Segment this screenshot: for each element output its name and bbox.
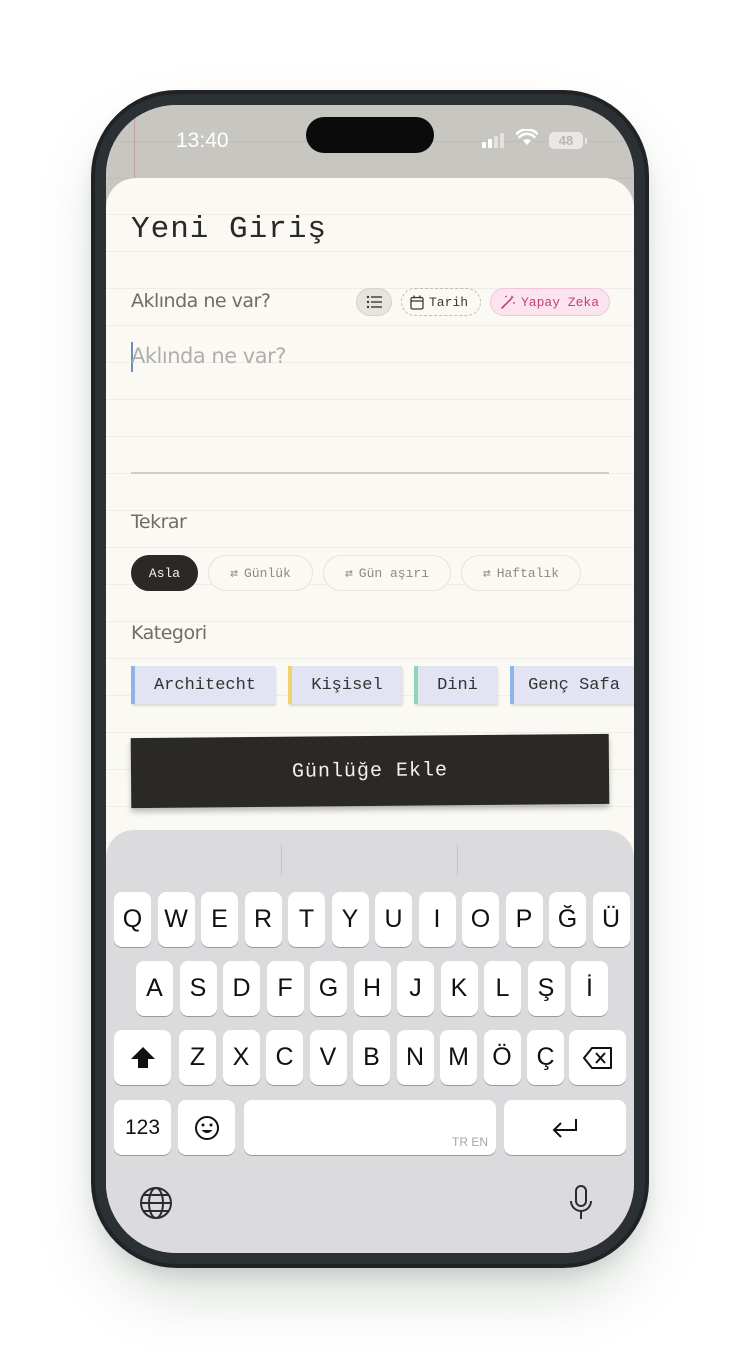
key-f[interactable]: F (266, 961, 304, 1016)
key-n[interactable]: N (396, 1030, 434, 1085)
repeat-option-label: Asla (148, 565, 181, 581)
key-ö[interactable]: Ö (483, 1030, 521, 1085)
category-tag-architecht[interactable]: Architecht (131, 666, 275, 704)
key-i̇[interactable]: İ (571, 961, 608, 1016)
repeat-icon: ⇄ (230, 565, 238, 581)
key-v[interactable]: V (309, 1030, 347, 1085)
numbers-key[interactable]: 123 (114, 1100, 171, 1155)
category-tag-genc-safa[interactable]: Genç Safa (510, 666, 634, 704)
repeat-option-gunluk[interactable]: ⇄ Günlük (208, 555, 313, 591)
entry-textarea[interactable]: Aklında ne var? (131, 338, 609, 474)
backspace-key[interactable] (569, 1030, 626, 1085)
key-l[interactable]: L (484, 961, 521, 1016)
magic-wand-icon (501, 295, 515, 309)
key-p[interactable]: P (505, 892, 543, 947)
list-icon (366, 295, 382, 309)
ai-button[interactable]: Yapay Zeka (490, 288, 610, 316)
category-label: Kategori (131, 622, 207, 644)
category-tag-label: Kişisel (311, 675, 383, 695)
microphone-icon[interactable] (568, 1184, 594, 1231)
repeat-option-label: Gün aşırı (358, 565, 430, 581)
key-w[interactable]: W (157, 892, 195, 947)
repeat-label: Tekrar (131, 511, 187, 533)
key-q[interactable]: Q (114, 892, 151, 947)
category-tag-label: Dini (437, 675, 478, 695)
sheet-title: Yeni Giriş (131, 212, 328, 247)
globe-icon[interactable] (139, 1186, 173, 1229)
key-r[interactable]: R (244, 892, 282, 947)
key-c[interactable]: C (266, 1030, 303, 1085)
wifi-icon (515, 128, 539, 151)
key-i[interactable]: I (418, 892, 456, 947)
key-o[interactable]: O (462, 892, 499, 947)
key-b[interactable]: B (353, 1030, 390, 1085)
shift-icon (130, 1046, 155, 1068)
suggestion-divider (281, 845, 282, 875)
key-k[interactable]: K (440, 961, 478, 1016)
calendar-icon (410, 295, 424, 310)
key-u[interactable]: U (375, 892, 412, 947)
repeat-option-gun-asiri[interactable]: ⇄ Gün aşırı (323, 555, 451, 591)
space-key[interactable]: TR EN (244, 1100, 496, 1155)
key-e[interactable]: E (201, 892, 238, 947)
category-tag-dini[interactable]: Dini (414, 666, 497, 704)
new-entry-sheet: Yeni Giriş Aklında ne var? Tarih Yapay Z… (106, 178, 634, 938)
add-to-journal-button[interactable]: Günlüğe Ekle (130, 733, 610, 809)
category-tag-label: Genç Safa (528, 675, 620, 695)
emoji-key[interactable] (178, 1100, 235, 1155)
category-tag-kisisel[interactable]: Kişisel (288, 666, 402, 704)
backspace-icon (582, 1046, 612, 1069)
keyboard: QWERTYUIOPĞÜ ASDFGHJKLŞİ ZXCVBNMÖÇ 123 T… (106, 830, 634, 1253)
return-icon (552, 1118, 577, 1138)
return-key[interactable] (504, 1100, 626, 1155)
key-ğ[interactable]: Ğ (549, 892, 586, 947)
suggestion-divider (457, 845, 458, 875)
textarea-placeholder: Aklında ne var? (131, 344, 286, 368)
battery-indicator: 48 (549, 132, 587, 149)
repeat-option-asla[interactable]: Asla (131, 555, 198, 591)
key-t[interactable]: T (288, 892, 325, 947)
key-ş[interactable]: Ş (527, 961, 565, 1016)
key-d[interactable]: D (223, 961, 260, 1016)
shift-key[interactable] (114, 1030, 171, 1085)
key-s[interactable]: S (179, 961, 217, 1016)
key-x[interactable]: X (222, 1030, 260, 1085)
repeat-option-label: Haftalık (496, 565, 560, 581)
ai-button-label: Yapay Zeka (521, 294, 600, 310)
repeat-icon: ⇄ (482, 565, 491, 581)
signal-icon (482, 132, 508, 148)
key-m[interactable]: M (440, 1030, 477, 1085)
key-y[interactable]: Y (331, 892, 369, 947)
list-format-button[interactable] (356, 288, 392, 316)
date-button-label: Tarih (429, 294, 469, 310)
key-ç[interactable]: Ç (527, 1030, 564, 1085)
repeat-icon: ⇄ (344, 565, 353, 581)
key-ü[interactable]: Ü (592, 892, 630, 947)
status-bar: 13:40 48 (106, 105, 634, 177)
phone-screen: 13:40 48 Yeni Giriş Aklında ne var? Tari (106, 105, 634, 1253)
dynamic-island (306, 117, 434, 153)
prompt-label: Aklında ne var? (131, 290, 271, 312)
emoji-icon (194, 1115, 219, 1140)
key-j[interactable]: J (397, 961, 434, 1016)
date-button[interactable]: Tarih (401, 288, 481, 316)
status-time: 13:40 (176, 129, 229, 152)
key-a[interactable]: A (136, 961, 173, 1016)
key-z[interactable]: Z (179, 1030, 216, 1085)
key-g[interactable]: G (310, 961, 347, 1016)
category-tag-label: Architecht (153, 675, 257, 695)
language-hint: TR EN (452, 1135, 488, 1149)
repeat-option-haftalik[interactable]: ⇄ Haftalık (461, 555, 581, 591)
key-h[interactable]: H (353, 961, 391, 1016)
repeat-option-label: Günlük (244, 565, 291, 581)
